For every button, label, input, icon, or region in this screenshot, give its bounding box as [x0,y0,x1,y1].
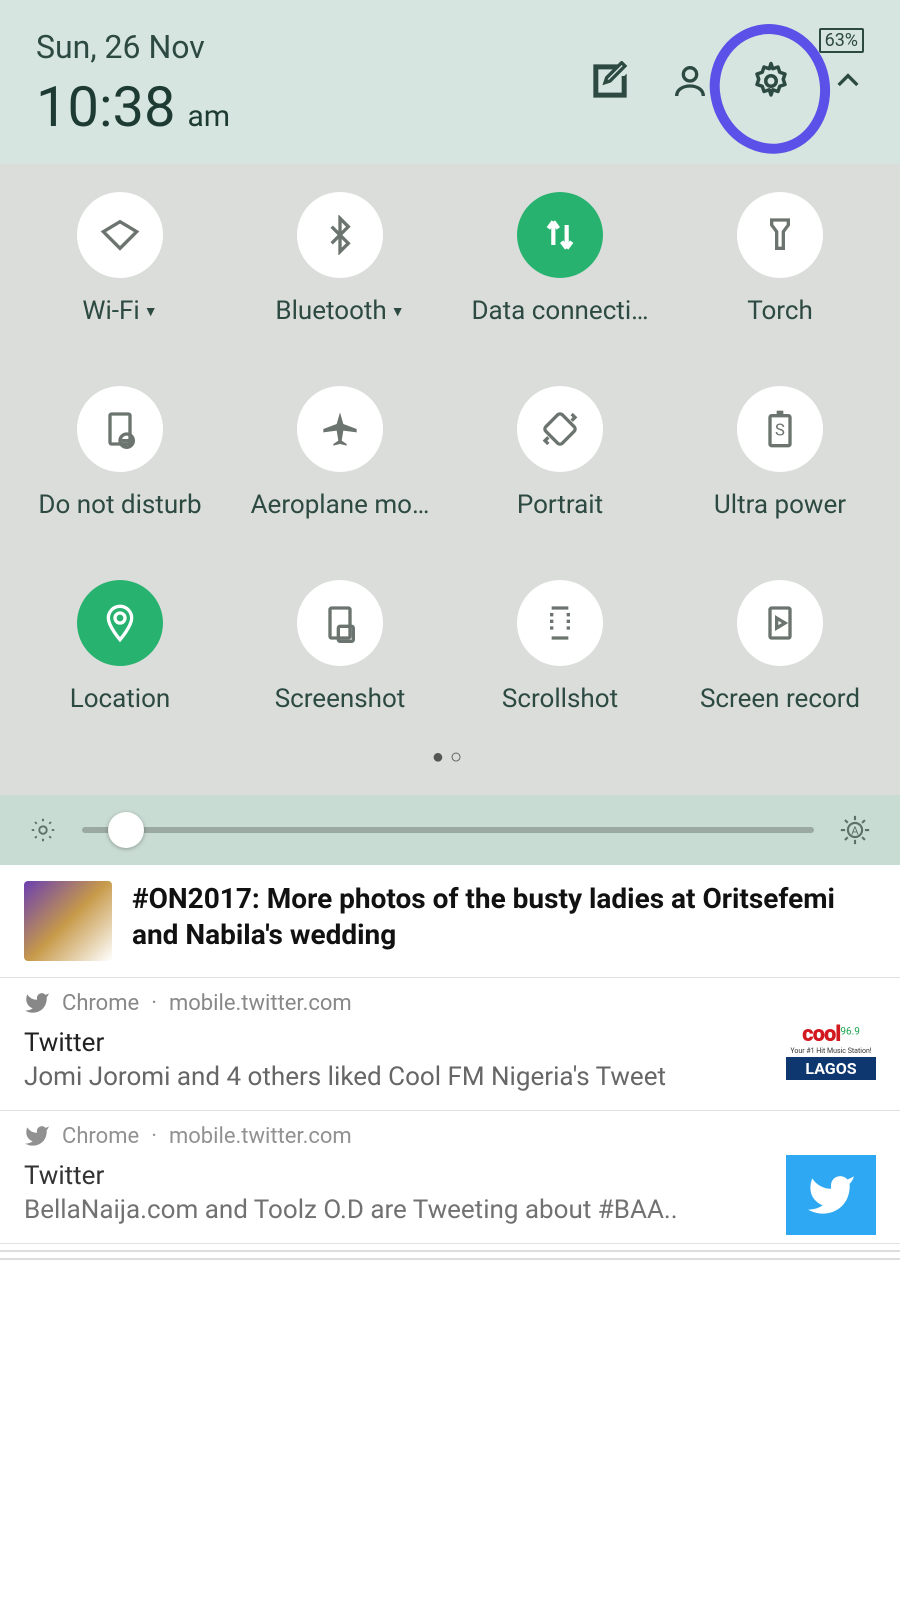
location-icon [100,603,140,643]
chevron-up-icon [832,65,864,97]
qs-label: Torch [747,296,813,326]
gear-icon [750,60,792,102]
collapse-button[interactable] [832,65,864,97]
wifi-icon [100,215,140,255]
dnd-icon [100,409,140,449]
qs-location[interactable]: Location [10,580,230,714]
notif-title: Twitter [24,1028,876,1058]
user-icon [670,61,710,101]
airplane-icon [320,409,360,449]
twitter-icon [24,990,50,1016]
qs-label: Location [70,684,171,714]
qs-label: Aeroplane mo… [251,490,430,520]
notification-item[interactable]: Chrome· mobile.twitter.com Twitter Bella… [0,1111,900,1244]
torch-icon [760,215,800,255]
notif-site: mobile.twitter.com [169,991,352,1016]
twitter-icon [806,1170,856,1220]
notif-body: Jomi Joromi and 4 others liked Cool FM N… [24,1062,876,1092]
qs-label: Screen record [700,684,860,714]
screenshot-icon [320,603,360,643]
qs-label: Wi-Fi [82,296,139,326]
auto-brightness-icon[interactable]: A [838,813,872,847]
chevron-down-icon: ▼ [144,303,158,320]
twitter-logo-box [786,1155,876,1235]
qs-ultrapower[interactable]: S Ultra power [670,386,890,520]
record-icon [760,603,800,643]
settings-button[interactable] [750,60,792,102]
qs-bluetooth[interactable]: Bluetooth ▼ [230,192,450,326]
notif-app: Chrome [62,991,139,1016]
twitter-icon [24,1123,50,1149]
svg-text:S: S [775,422,785,441]
qs-airplane[interactable]: Aeroplane mo… [230,386,450,520]
quick-settings-panel: Wi-Fi ▼ Bluetooth ▼ Data connecti… Torch D… [0,164,900,795]
brightness-low-icon [28,815,58,845]
qs-torch[interactable]: Torch [670,192,890,326]
battery-icon: S [760,409,800,449]
page-indicator[interactable]: ●○ [10,714,890,785]
qs-label: Do not disturb [38,490,201,520]
qs-label: Portrait [517,490,603,520]
data-icon [540,215,580,255]
time-label: 10:38 [36,74,175,140]
news-title: #ON2017: More photos of the busty ladies… [132,881,876,961]
bluetooth-icon [320,215,360,255]
notif-body: BellaNaija.com and Toolz O.D are Tweetin… [24,1195,876,1225]
qs-screenrecord[interactable]: Screen record [670,580,890,714]
qs-header: 63% Sun, 26 Nov 10:38 am [0,0,900,164]
qs-scrollshot[interactable]: Scrollshot [450,580,670,714]
qs-label: Data connecti… [471,296,648,326]
svg-text:A: A [851,823,859,837]
qs-rotation[interactable]: Portrait [450,386,670,520]
user-button[interactable] [670,61,710,101]
cool-fm-logo: cool96.9 Your #1 Hit Music Station! LAGO… [786,1022,876,1102]
qs-label: Ultra power [714,490,846,520]
slider-thumb[interactable] [108,812,144,848]
brightness-row: A [0,795,900,865]
qs-data[interactable]: Data connecti… [450,192,670,326]
qs-label: Scrollshot [502,684,618,714]
scrollshot-icon [540,603,580,643]
qs-screenshot[interactable]: Screenshot [230,580,450,714]
ampm-label: am [187,99,230,134]
rotation-icon [540,409,580,449]
chevron-down-icon: ▼ [391,303,405,320]
stacked-notification-edge [0,1252,900,1260]
stacked-notification-edge [0,1244,900,1252]
battery-indicator: 63% [819,28,864,53]
notification-item[interactable]: Chrome· mobile.twitter.com Twitter Jomi … [0,978,900,1111]
qs-label: Bluetooth [275,296,386,326]
notif-site: mobile.twitter.com [169,1124,352,1149]
brightness-slider[interactable] [82,827,814,833]
edit-icon [590,61,630,101]
news-card[interactable]: #ON2017: More photos of the busty ladies… [0,865,900,978]
news-thumbnail [24,881,112,961]
qs-wifi[interactable]: Wi-Fi ▼ [10,192,230,326]
qs-dnd[interactable]: Do not disturb [10,386,230,520]
notif-app: Chrome [62,1124,139,1149]
qs-label: Screenshot [275,684,406,714]
notif-title: Twitter [24,1161,876,1191]
edit-button[interactable] [590,61,630,101]
